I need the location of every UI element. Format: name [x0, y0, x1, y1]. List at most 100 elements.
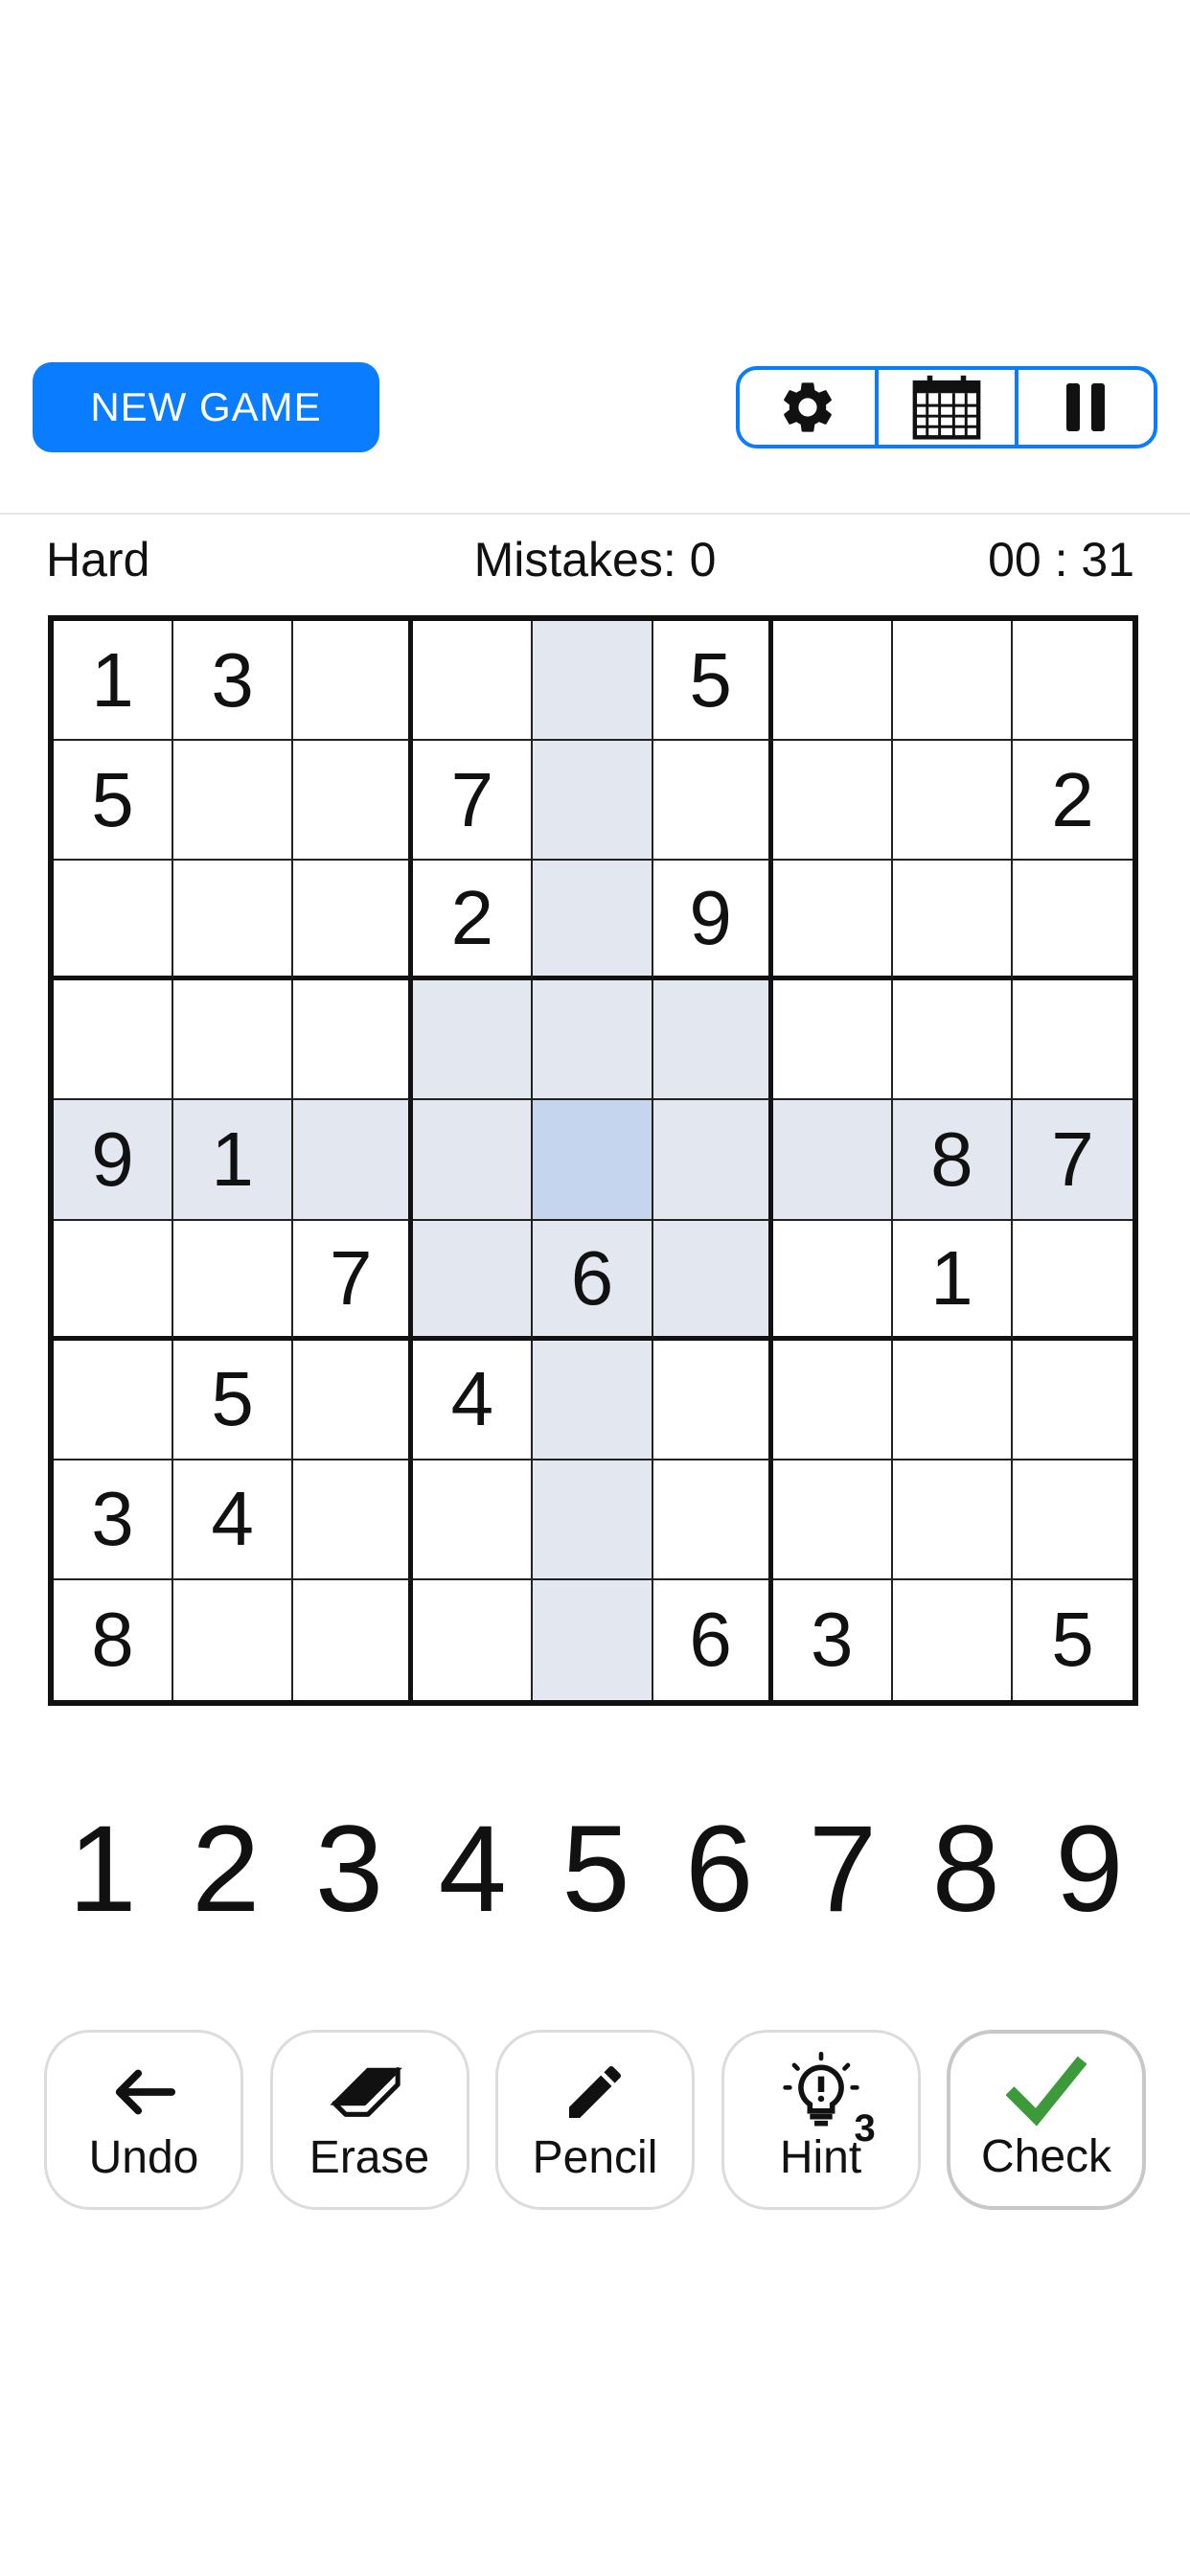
sudoku-cell[interactable]: [533, 861, 653, 981]
sudoku-cell[interactable]: 9: [652, 861, 773, 981]
sudoku-cell[interactable]: [293, 980, 414, 1101]
sudoku-cell[interactable]: 3: [54, 1460, 174, 1580]
sudoku-cell[interactable]: [652, 1460, 773, 1580]
sudoku-cell[interactable]: [293, 1100, 414, 1221]
sudoku-cell[interactable]: 3: [173, 621, 294, 742]
settings-button[interactable]: [740, 370, 875, 445]
sudoku-cell[interactable]: [772, 861, 893, 981]
sudoku-cell[interactable]: [1012, 621, 1133, 742]
sudoku-cell[interactable]: [413, 980, 534, 1101]
sudoku-cell[interactable]: [54, 980, 174, 1101]
sudoku-cell[interactable]: [892, 861, 1013, 981]
sudoku-cell[interactable]: 6: [533, 1220, 653, 1341]
sudoku-cell[interactable]: [293, 1460, 414, 1580]
sudoku-cell[interactable]: [413, 621, 534, 742]
hint-button[interactable]: 3 Hint: [721, 2030, 921, 2210]
sudoku-cell[interactable]: 7: [1012, 1100, 1133, 1221]
sudoku-cell[interactable]: 1: [54, 621, 174, 742]
sudoku-cell[interactable]: [1012, 861, 1133, 981]
sudoku-cell[interactable]: [772, 1100, 893, 1221]
pencil-button[interactable]: Pencil: [495, 2030, 695, 2210]
sudoku-cell[interactable]: [413, 1579, 534, 1700]
sudoku-cell[interactable]: [1012, 1221, 1133, 1341]
sudoku-cell[interactable]: [533, 1340, 653, 1460]
sudoku-cell[interactable]: [54, 1340, 174, 1460]
check-label: Check: [980, 2131, 1112, 2182]
sudoku-cell[interactable]: [533, 741, 653, 862]
sudoku-cell[interactable]: [533, 621, 653, 742]
pause-button[interactable]: [1014, 370, 1154, 445]
sudoku-cell[interactable]: [413, 1460, 534, 1580]
sudoku-cell[interactable]: [293, 621, 414, 742]
sudoku-cell[interactable]: 4: [413, 1340, 534, 1460]
sudoku-cell[interactable]: 6: [653, 1579, 773, 1700]
sudoku-cell[interactable]: [772, 621, 893, 742]
number-key-7[interactable]: 7: [790, 1801, 896, 1938]
sudoku-cell[interactable]: 2: [1012, 741, 1133, 862]
sudoku-cell[interactable]: [293, 741, 414, 862]
sudoku-cell[interactable]: [533, 980, 653, 1101]
sudoku-cell[interactable]: [293, 1579, 414, 1700]
sudoku-cell[interactable]: [173, 980, 294, 1101]
number-key-8[interactable]: 8: [913, 1801, 1018, 1938]
number-key-6[interactable]: 6: [667, 1801, 772, 1938]
sudoku-cell[interactable]: [54, 861, 174, 981]
sudoku-cell[interactable]: [892, 1460, 1013, 1580]
sudoku-cell[interactable]: 7: [413, 741, 534, 862]
sudoku-cell[interactable]: [772, 1220, 893, 1341]
sudoku-cell[interactable]: 9: [54, 1100, 174, 1221]
sudoku-cell[interactable]: [54, 1220, 174, 1341]
calendar-button[interactable]: [875, 370, 1014, 445]
sudoku-cell[interactable]: [533, 1460, 653, 1580]
sudoku-cell[interactable]: [772, 1460, 893, 1580]
sudoku-cell[interactable]: [533, 1100, 653, 1221]
sudoku-cell[interactable]: [1012, 1460, 1133, 1580]
erase-button[interactable]: Erase: [269, 2030, 469, 2210]
sudoku-cell[interactable]: [293, 1340, 414, 1460]
sudoku-cell[interactable]: [1012, 980, 1133, 1101]
sudoku-cell[interactable]: [652, 980, 773, 1101]
sudoku-cell[interactable]: 2: [413, 861, 534, 981]
sudoku-cell[interactable]: 7: [293, 1220, 414, 1341]
sudoku-cell[interactable]: [892, 621, 1013, 742]
sudoku-cell[interactable]: [173, 1220, 294, 1341]
sudoku-cell[interactable]: 5: [173, 1340, 294, 1460]
number-key-4[interactable]: 4: [420, 1801, 525, 1938]
sudoku-cell[interactable]: 5: [1013, 1580, 1133, 1700]
sudoku-cell[interactable]: 8: [892, 1100, 1013, 1221]
sudoku-cell[interactable]: [893, 1579, 1013, 1700]
sudoku-cell[interactable]: 8: [54, 1579, 174, 1700]
sudoku-cell[interactable]: 5: [652, 621, 773, 742]
sudoku-cell[interactable]: [892, 980, 1013, 1101]
sudoku-cell[interactable]: [173, 1579, 294, 1700]
sudoku-cell[interactable]: 5: [54, 741, 174, 862]
sudoku-cell[interactable]: [652, 1100, 773, 1221]
sudoku-cell[interactable]: 1: [173, 1100, 294, 1221]
sudoku-cell[interactable]: [173, 741, 294, 862]
sudoku-cell[interactable]: [892, 741, 1013, 862]
new-game-button[interactable]: NEW GAME: [33, 362, 379, 452]
check-button[interactable]: Check: [947, 2030, 1146, 2210]
number-key-1[interactable]: 1: [50, 1801, 155, 1938]
sudoku-cell[interactable]: [772, 741, 893, 862]
sudoku-cell[interactable]: 4: [173, 1460, 294, 1580]
number-key-5[interactable]: 5: [543, 1801, 649, 1938]
sudoku-cell[interactable]: [293, 861, 414, 981]
sudoku-cell[interactable]: [413, 1100, 534, 1221]
undo-button[interactable]: Undo: [44, 2030, 243, 2210]
sudoku-cell[interactable]: [652, 741, 773, 862]
number-key-2[interactable]: 2: [173, 1801, 279, 1938]
sudoku-cell[interactable]: [892, 1340, 1013, 1460]
sudoku-cell[interactable]: [772, 980, 893, 1101]
sudoku-cell[interactable]: 3: [773, 1579, 893, 1700]
sudoku-cell[interactable]: [1012, 1341, 1133, 1460]
sudoku-cell[interactable]: [533, 1579, 653, 1700]
number-key-3[interactable]: 3: [297, 1801, 402, 1938]
sudoku-cell[interactable]: [772, 1340, 893, 1460]
sudoku-cell[interactable]: [413, 1220, 534, 1341]
number-key-9[interactable]: 9: [1037, 1801, 1142, 1938]
sudoku-cell[interactable]: 1: [892, 1220, 1013, 1341]
sudoku-cell[interactable]: [173, 861, 294, 981]
sudoku-cell[interactable]: [652, 1340, 773, 1460]
sudoku-cell[interactable]: [652, 1220, 773, 1341]
